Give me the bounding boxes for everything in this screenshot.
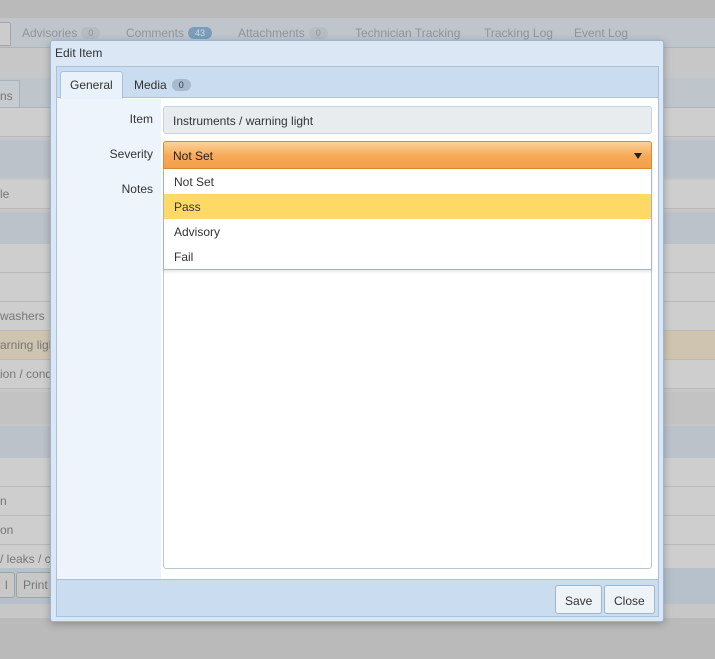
severity-option-advisory[interactable]: Advisory bbox=[164, 219, 651, 244]
dialog-body: General Media 0 Item Instruments / warni… bbox=[56, 66, 659, 617]
severity-option-fail[interactable]: Fail bbox=[164, 244, 651, 269]
severity-selected-value: Not Set bbox=[173, 149, 214, 163]
dialog-title: Edit Item bbox=[55, 46, 103, 60]
severity-label: Severity bbox=[109, 147, 153, 161]
labels-column bbox=[57, 99, 161, 579]
chevron-down-icon[interactable] bbox=[634, 153, 642, 159]
dialog-footer: Save Close bbox=[57, 579, 658, 616]
item-label: Item bbox=[129, 112, 153, 126]
media-count-badge: 0 bbox=[171, 79, 191, 91]
item-field: Instruments / warning light bbox=[163, 106, 652, 134]
close-button[interactable]: Close bbox=[604, 585, 655, 614]
severity-dropdown-list: Not Set Pass Advisory Fail bbox=[163, 169, 652, 270]
tab-general[interactable]: General bbox=[60, 71, 123, 99]
edit-item-dialog: Edit Item General Media 0 Item Instrumen… bbox=[50, 40, 664, 622]
severity-option-not-set[interactable]: Not Set bbox=[164, 169, 651, 194]
notes-label: Notes bbox=[121, 182, 153, 196]
save-button[interactable]: Save bbox=[555, 585, 603, 614]
tab-label: Media bbox=[134, 78, 167, 92]
dialog-tabstrip: General Media 0 bbox=[57, 67, 658, 99]
tab-label: General bbox=[70, 78, 113, 92]
tab-media[interactable]: Media 0 bbox=[125, 71, 200, 99]
severity-option-pass[interactable]: Pass bbox=[164, 194, 651, 219]
severity-select[interactable]: Not Set bbox=[163, 141, 652, 169]
